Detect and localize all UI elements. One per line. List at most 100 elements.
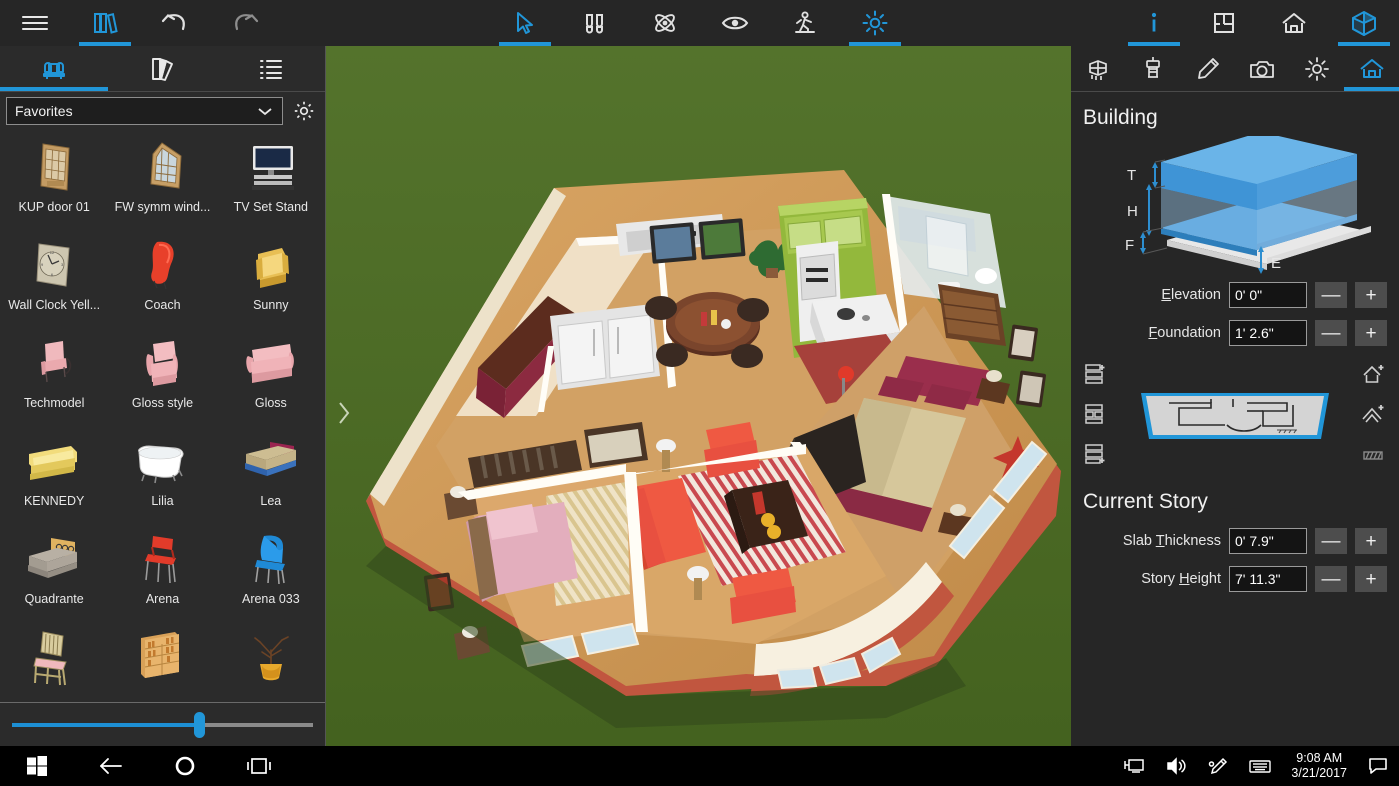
catalog-item[interactable]: Sunny: [217, 232, 325, 330]
catalog-item[interactable]: FW symm wind...: [108, 134, 216, 232]
catalog-item-label: KENNEDY: [23, 494, 85, 508]
pen-tray-icon[interactable]: [1197, 746, 1239, 786]
library-settings-button[interactable]: [289, 97, 319, 125]
clock-date: 3/21/2017: [1291, 766, 1347, 780]
redo-button[interactable]: [210, 0, 280, 46]
expand-panel-button[interactable]: [332, 346, 356, 456]
keyboard-tray-icon[interactable]: [1239, 746, 1281, 786]
story-height-input[interactable]: 7' 11.3": [1229, 566, 1307, 592]
catalog-item[interactable]: Quadrante: [0, 526, 108, 624]
category-dropdown[interactable]: Favorites: [6, 97, 283, 125]
slider-thumb[interactable]: [193, 711, 205, 738]
top-toolbar: [0, 0, 1399, 46]
cortana-button[interactable]: [148, 746, 222, 786]
undo-button[interactable]: [140, 0, 210, 46]
catalog-item[interactable]: Lilia: [108, 428, 216, 526]
sidebar-tab-list[interactable]: [217, 46, 325, 91]
library-button[interactable]: [70, 0, 140, 46]
library-tab-bar: [0, 46, 325, 92]
catalog-item[interactable]: TV Set Stand: [217, 134, 325, 232]
walkthrough-tool-button[interactable]: [560, 0, 630, 46]
windows-logo-icon: [27, 756, 47, 776]
catalog-item-label: Lea: [260, 494, 282, 508]
pink-chair-thumb: [21, 334, 87, 392]
yellow-sofa-thumb: [21, 432, 87, 490]
catalog-item[interactable]: Gloss: [217, 330, 325, 428]
catalog-item-label: Gloss style: [131, 396, 194, 410]
taskbar-clock[interactable]: 9:08 AM 3/21/2017: [1281, 751, 1357, 781]
inspector-tab-camera[interactable]: [1235, 46, 1290, 91]
floorplan-view-button[interactable]: [1189, 0, 1259, 46]
lighting-tool-button[interactable]: [840, 0, 910, 46]
story-height-decrement-button[interactable]: —: [1315, 566, 1347, 592]
catalog-item[interactable]: 12 9 3 6 Wall Clock Yell...: [0, 232, 108, 330]
catalog-item[interactable]: Coach: [108, 232, 216, 330]
task-view-button[interactable]: [222, 746, 296, 786]
catalog-item[interactable]: KUP door 01: [0, 134, 108, 232]
story-height-increment-button[interactable]: +: [1355, 566, 1387, 592]
elevation-input[interactable]: 0' 0": [1229, 282, 1307, 308]
diagram-label-height: H: [1127, 203, 1138, 220]
library-sidebar: Favorites KUP door 01 FW symm wind... TV…: [0, 46, 326, 746]
start-button[interactable]: [0, 746, 74, 786]
pink-armchair-thumb: [129, 334, 195, 392]
slab-thickness-decrement-button[interactable]: —: [1315, 528, 1347, 554]
floor-plan-thumbnail[interactable]: [1135, 381, 1335, 447]
action-center-icon[interactable]: [1357, 746, 1399, 786]
inspector-tab-edit[interactable]: [1180, 46, 1235, 91]
catalog-item[interactable]: KENNEDY: [0, 428, 108, 526]
task-view-icon: [247, 758, 271, 774]
foundation-increment-button[interactable]: +: [1355, 320, 1387, 346]
foundation-input[interactable]: 1' 2.6": [1229, 320, 1307, 346]
add-roof-icon[interactable]: [1361, 362, 1387, 386]
inspector-tab-building[interactable]: [1344, 46, 1399, 91]
menu-button[interactable]: [0, 0, 70, 46]
back-button[interactable]: [74, 746, 148, 786]
elevation-increment-button[interactable]: +: [1355, 282, 1387, 308]
add-slab-icon[interactable]: [1361, 442, 1387, 466]
inspector-tab-material[interactable]: [1126, 46, 1181, 91]
catalog-item[interactable]: Gloss style: [108, 330, 216, 428]
catalog-item-label: Wall Clock Yell...: [8, 298, 101, 312]
inspector-button[interactable]: [1119, 0, 1189, 46]
diagram-label-thickness: T: [1127, 167, 1136, 184]
category-value: Favorites: [15, 103, 73, 119]
wood-chair-thumb: [21, 628, 87, 686]
catalog-item[interactable]: Arena: [108, 526, 216, 624]
network-tray-icon[interactable]: [1113, 746, 1155, 786]
gear-icon: [294, 101, 314, 121]
svg-text:12: 12: [50, 250, 55, 255]
inspector-tab-light[interactable]: [1290, 46, 1345, 91]
volume-tray-icon[interactable]: [1155, 746, 1197, 786]
interior-view-button[interactable]: [1259, 0, 1329, 46]
visibility-tool-button[interactable]: [700, 0, 770, 46]
catalog-item[interactable]: Techmodel: [0, 330, 108, 428]
elevation-decrement-button[interactable]: —: [1315, 282, 1347, 308]
catalog-item[interactable]: Lea: [217, 428, 325, 526]
story-left-icons: [1083, 362, 1109, 466]
add-story-above-icon[interactable]: [1083, 362, 1109, 386]
story-layers-icon[interactable]: [1083, 402, 1109, 426]
add-attic-icon[interactable]: [1361, 402, 1387, 426]
slab-thickness-input[interactable]: 0' 7.9": [1229, 528, 1307, 554]
slab-thickness-label: Slab Thickness: [1122, 533, 1221, 549]
inspector-tab-wall[interactable]: [1071, 46, 1126, 91]
person-tool-button[interactable]: [770, 0, 840, 46]
orbit-tool-button[interactable]: [630, 0, 700, 46]
slider-track[interactable]: [12, 711, 313, 738]
catalog-item[interactable]: Arena 033: [217, 526, 325, 624]
catalog-item-label: Lilia: [151, 494, 174, 508]
select-tool-button[interactable]: [490, 0, 560, 46]
chevron-right-icon: [339, 402, 350, 424]
catalog-item-label: Arena: [145, 592, 180, 606]
sidebar-tab-materials[interactable]: [108, 46, 216, 91]
clock-thumb: 12 9 3 6: [21, 236, 87, 294]
3d-view-button[interactable]: [1329, 0, 1399, 46]
3d-viewport[interactable]: [326, 46, 1071, 746]
sidebar-tab-objects[interactable]: [0, 46, 109, 91]
foundation-decrement-button[interactable]: —: [1315, 320, 1347, 346]
thumbnail-size-slider[interactable]: [0, 702, 325, 746]
slab-thickness-increment-button[interactable]: +: [1355, 528, 1387, 554]
object-catalog-grid[interactable]: KUP door 01 FW symm wind... TV Set Stand…: [0, 130, 325, 744]
add-story-below-icon[interactable]: [1083, 442, 1109, 466]
